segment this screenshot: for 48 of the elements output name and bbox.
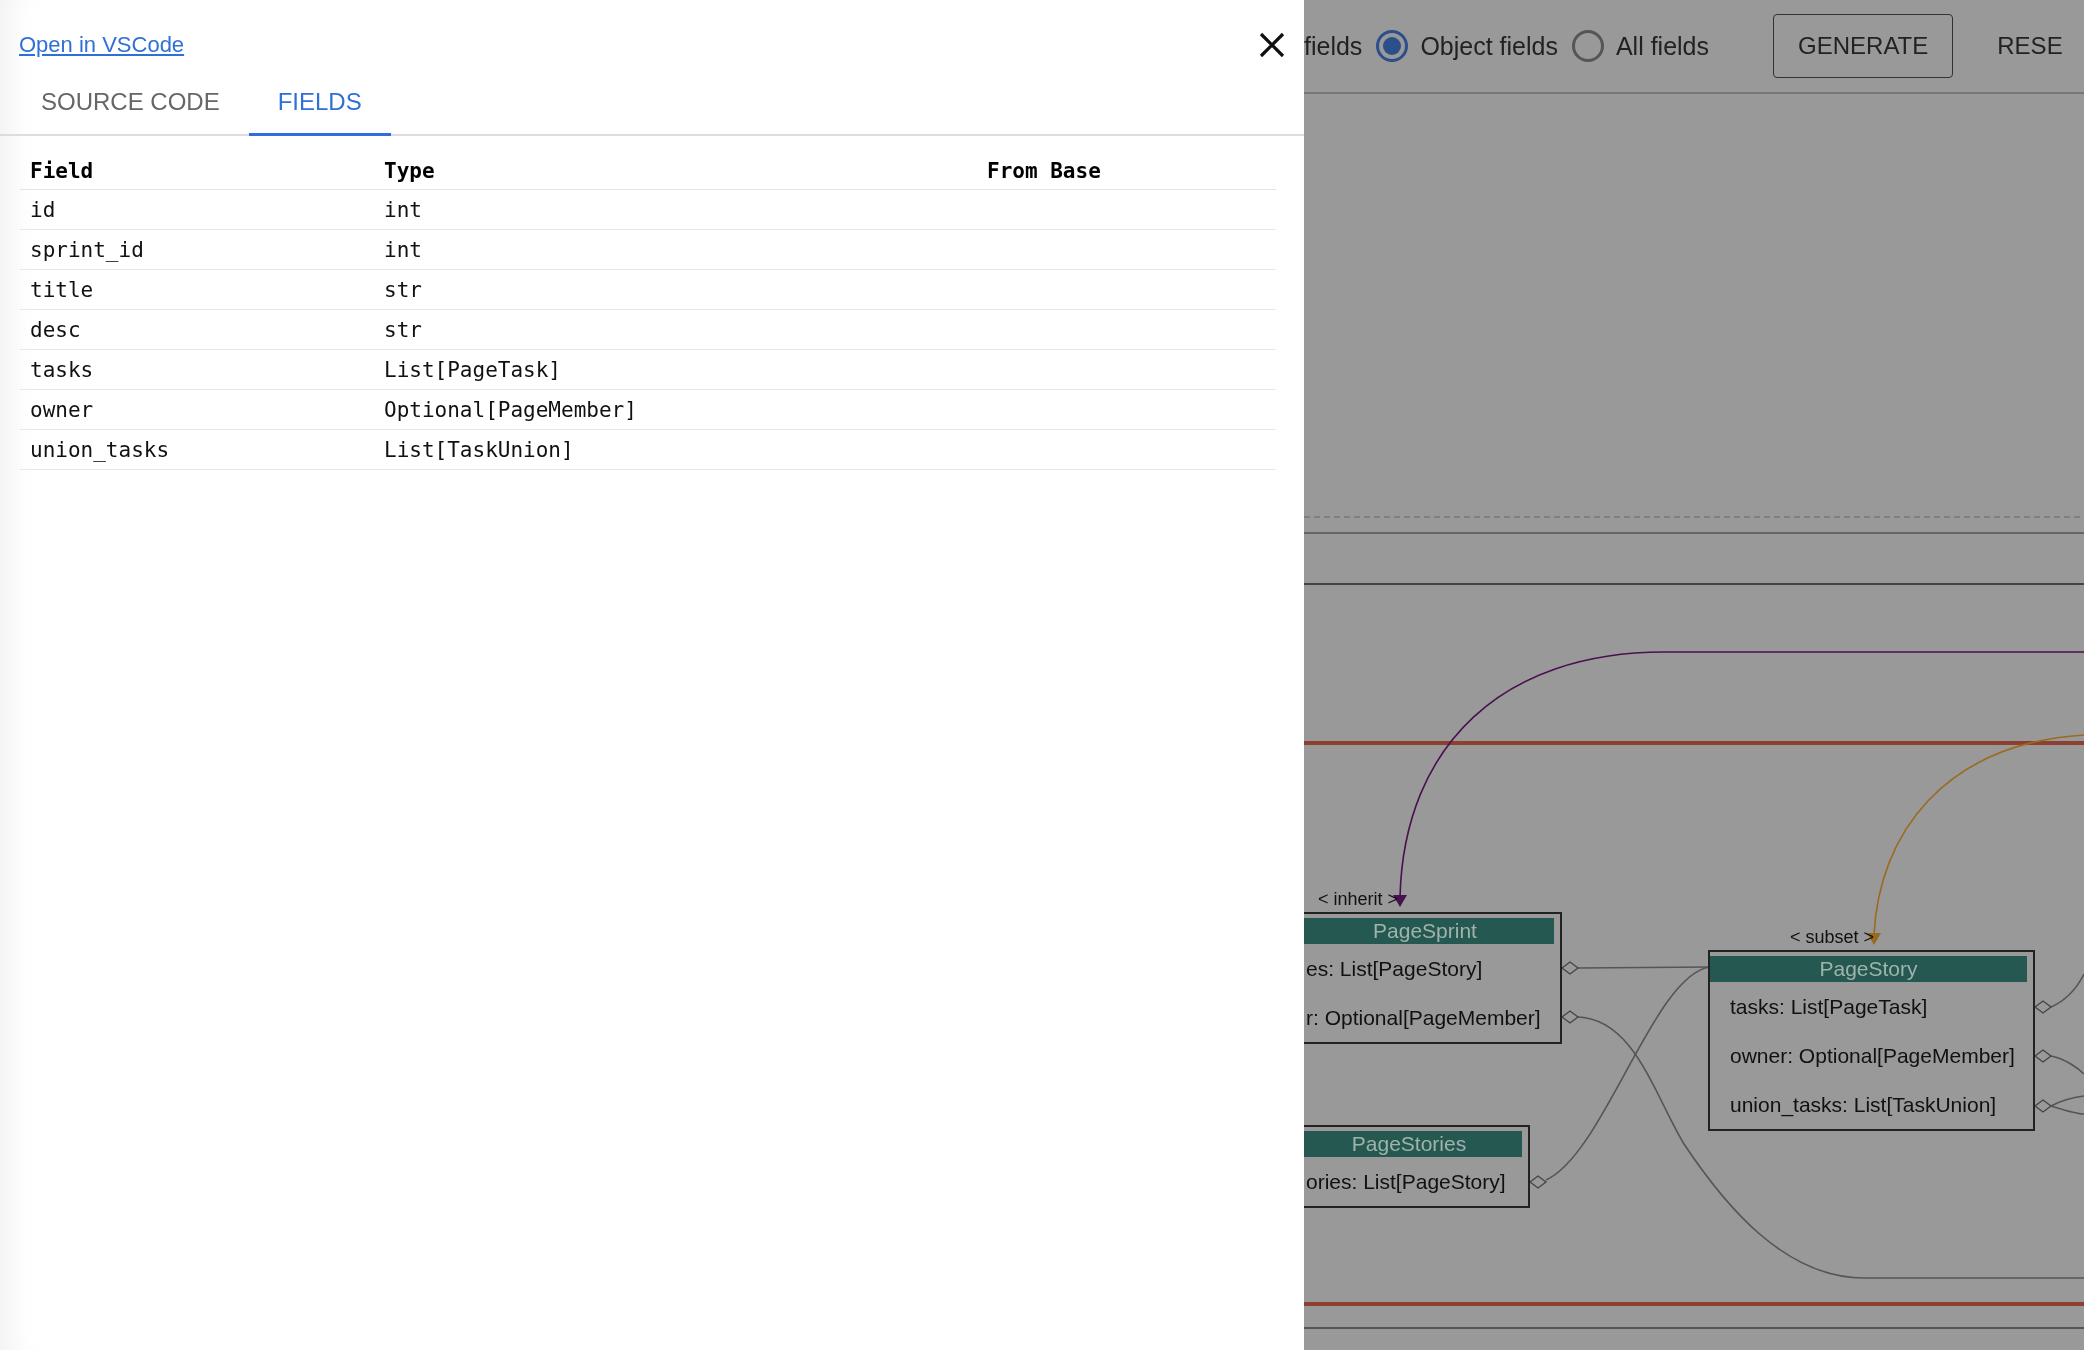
open-in-vscode-link[interactable]: Open in VSCode (19, 32, 185, 58)
aggregation-diamond-icon (1560, 961, 1580, 975)
edge-label: < inherit > (1318, 889, 1399, 910)
column-header: From Base (977, 150, 1276, 190)
aggregation-diamond-icon (2033, 1000, 2053, 1014)
radio-label: Object fields (1420, 31, 1558, 61)
radio-button[interactable] (1376, 30, 1409, 62)
aggregation-diamond-icon (2033, 1099, 2053, 1113)
tab[interactable]: FIELDS (248, 72, 391, 136)
node-field: r: Optional[PageMember] (1304, 993, 1554, 1042)
table-cell: List[PageTask] (374, 349, 977, 390)
table-cell: int (374, 229, 977, 270)
reset-button[interactable]: RESE (1987, 14, 2063, 78)
table-cell: int (374, 189, 977, 230)
node-field: ories: List[PageStory] (1304, 1157, 1522, 1206)
generate-button[interactable]: GENERATE (1773, 14, 1954, 78)
radio-label: All fields (1615, 31, 1710, 61)
node-field: es: List[PageStory] (1304, 944, 1554, 993)
radio-label: fields (1304, 31, 1363, 61)
column-header: Type (374, 150, 977, 190)
table-cell: owner (20, 389, 374, 430)
table-cell: List[TaskUnion] (374, 429, 977, 470)
aggregation-diamond-icon (1560, 1010, 1580, 1024)
radio-button[interactable] (1571, 30, 1604, 62)
tab[interactable]: SOURCE CODE (12, 72, 249, 136)
table-cell: str (374, 309, 977, 350)
connector-line (2050, 973, 2084, 1008)
column-header: Field (20, 150, 374, 190)
node-field: owner: Optional[PageMember] (1710, 1031, 2027, 1080)
aggregation-diamond-icon (2033, 1049, 2053, 1063)
node-title: PageSprint (1304, 918, 1554, 944)
table-cell: desc (20, 309, 374, 350)
class-node[interactable]: PageStory tasks: List[PageTask] owner: Optional[PageMember] union_tasks: List[TaskUnion] (1708, 950, 2035, 1131)
table-cell: tasks (20, 349, 374, 390)
node-title: PageStories (1304, 1131, 1522, 1157)
node-title: PageStory (1710, 956, 2027, 982)
table-cell: str (374, 269, 977, 310)
aggregation-diamond-icon (1528, 1175, 1548, 1189)
close-button[interactable] (1258, 31, 1286, 59)
class-node[interactable]: PageStories ories: List[PageStory] (1304, 1125, 1530, 1208)
table-cell: sprint_id (20, 229, 374, 270)
table-cell: union_tasks (20, 429, 374, 470)
table-cell: title (20, 269, 374, 310)
node-field: tasks: List[PageTask] (1710, 982, 2027, 1031)
node-field: union_tasks: List[TaskUnion] (1710, 1080, 2027, 1129)
table-cell: id (20, 189, 374, 230)
table-cell: Optional[PageMember] (374, 389, 977, 430)
class-node[interactable]: PageSprint es: List[PageStory] r: Optional[PageMember] (1304, 912, 1562, 1044)
